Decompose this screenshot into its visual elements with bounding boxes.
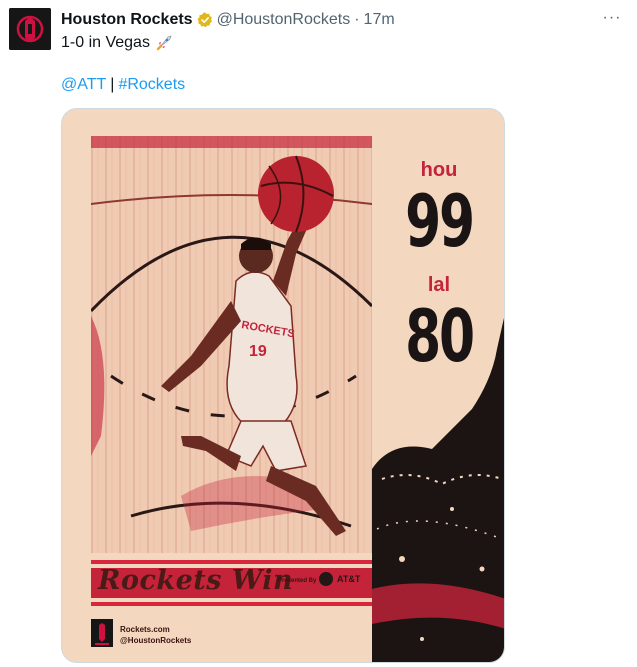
author-handle[interactable]: @HoustonRockets bbox=[217, 11, 351, 29]
author-name[interactable]: Houston Rockets bbox=[61, 11, 193, 29]
att-logo-icon bbox=[319, 572, 333, 586]
rocket-emoji-icon bbox=[155, 34, 173, 52]
tweet-text: 1-0 in Vegas bbox=[61, 34, 150, 51]
player-photo: ROCKETS 19 bbox=[91, 136, 372, 553]
banner-title: Rockets Win bbox=[98, 565, 294, 596]
mention-link[interactable]: @ATT bbox=[61, 76, 106, 94]
away-score: 80 bbox=[405, 294, 475, 378]
tweet-text-line2: @ATT | #Rockets bbox=[61, 75, 185, 95]
home-score: 99 bbox=[405, 179, 475, 263]
separator-dot: · bbox=[354, 11, 360, 28]
timestamp[interactable]: 17m bbox=[364, 11, 395, 29]
avatar[interactable] bbox=[9, 8, 51, 50]
rockets-footer-logo-icon bbox=[91, 619, 113, 647]
jersey-number: 19 bbox=[249, 343, 267, 360]
tweet-header: Houston Rockets @HoustonRockets · 17m bbox=[61, 10, 395, 30]
sponsor-name: AT&T bbox=[337, 574, 361, 584]
footer-social: @HoustonRockets bbox=[120, 636, 192, 645]
more-options-button[interactable]: ··· bbox=[600, 8, 624, 28]
tweet-media-image[interactable]: ROCKETS 19 hou 99 lal 80 Rockets Win Pre… bbox=[61, 108, 505, 663]
footer-site: Rockets.com bbox=[120, 625, 170, 634]
verified-badge-icon bbox=[197, 12, 213, 28]
result-banner: Rockets Win Presented By AT&T bbox=[91, 556, 372, 606]
tweet-text-line1: 1-0 in Vegas bbox=[61, 33, 173, 53]
hashtag-link[interactable]: #Rockets bbox=[118, 76, 185, 94]
rockets-logo-icon bbox=[9, 8, 51, 50]
text-separator: | bbox=[110, 76, 115, 93]
presented-by-label: Presented By bbox=[278, 578, 317, 584]
